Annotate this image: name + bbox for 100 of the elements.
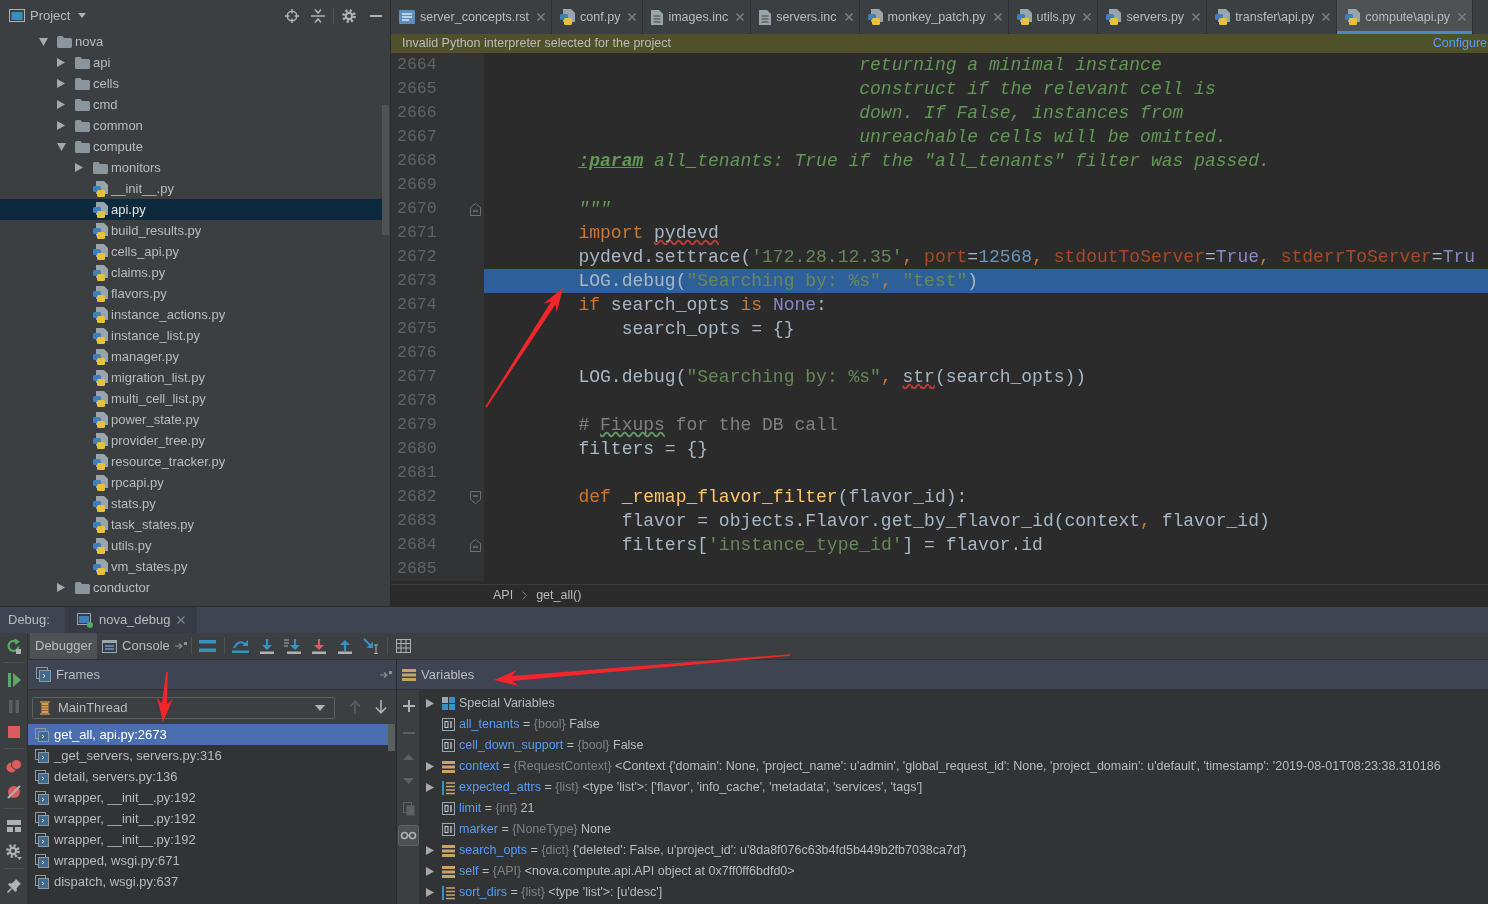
collapsed-arrow-icon[interactable]	[57, 58, 65, 67]
step-over-icon[interactable]	[232, 639, 250, 653]
tree-item[interactable]: conductor	[93, 579, 151, 596]
step-into-icon[interactable]	[259, 638, 274, 654]
collapsed-arrow-icon[interactable]	[75, 163, 83, 172]
frame-item[interactable]: wrapper, __init__.py:192	[54, 789, 196, 806]
tree-item[interactable]: nova	[75, 33, 104, 50]
frame-item[interactable]: wrapped, wsgi.py:671	[54, 852, 180, 869]
settings-icon[interactable]	[342, 8, 356, 23]
tree-item[interactable]: resource_tracker.py	[111, 453, 226, 470]
session-tab[interactable]: nova_debug	[64, 607, 197, 633]
variable-entry[interactable]: limit = {int} 21	[459, 801, 535, 816]
resume-icon[interactable]	[7, 673, 21, 687]
tree-item[interactable]: compute	[93, 138, 143, 155]
view-dropdown[interactable]: Project	[30, 7, 87, 24]
close-icon[interactable]	[176, 616, 185, 624]
rerun-icon[interactable]	[6, 638, 22, 654]
collapsed-arrow-icon[interactable]	[57, 79, 65, 88]
tree-item[interactable]: flavors.py	[111, 285, 167, 302]
variable-entry[interactable]: all_tenants = {bool} False	[459, 717, 600, 732]
plus-icon[interactable]	[402, 700, 415, 712]
collapsed-arrow-icon[interactable]	[426, 846, 434, 855]
thread-dropdown[interactable]: MainThread	[32, 697, 335, 719]
collapsed-arrow-icon[interactable]	[426, 699, 434, 708]
collapsed-arrow-icon[interactable]	[426, 783, 434, 792]
tree-item[interactable]: monitors	[111, 159, 161, 176]
tree-item[interactable]: stats.py	[111, 495, 156, 512]
arrow-square-icon[interactable]	[174, 642, 187, 650]
collapsed-arrow-icon[interactable]	[57, 583, 65, 592]
settings-icon[interactable]	[6, 844, 22, 860]
configure-link[interactable]: Configure	[1432, 36, 1487, 51]
tree-item[interactable]: api.py	[111, 201, 146, 218]
panel-tab[interactable]: Debugger	[30, 633, 98, 659]
tree-item[interactable]: cmd	[93, 96, 118, 113]
glasses-icon[interactable]	[398, 824, 419, 846]
close-icon[interactable]	[844, 13, 853, 21]
close-icon[interactable]	[1083, 13, 1092, 21]
mute-breakpoints-icon[interactable]	[7, 785, 21, 799]
tree-item[interactable]: power_state.py	[111, 411, 200, 428]
variable-entry[interactable]: cell_down_support = {bool} False	[459, 738, 644, 753]
tree-item[interactable]: rpcapi.py	[111, 474, 164, 491]
calculator-icon[interactable]	[396, 639, 412, 653]
breakpoints-icon[interactable]	[6, 759, 22, 773]
step-into-my-code-icon[interactable]	[284, 638, 302, 654]
breadcrumb[interactable]: API	[493, 588, 514, 603]
collapse-icon[interactable]	[311, 8, 325, 23]
collapsed-arrow-icon[interactable]	[426, 867, 434, 876]
close-icon[interactable]	[736, 13, 745, 21]
close-icon[interactable]	[537, 13, 546, 21]
close-icon[interactable]	[993, 13, 1002, 21]
expanded-arrow-icon[interactable]	[57, 142, 66, 151]
frame-item[interactable]: _get_servers, servers.py:316	[54, 747, 222, 764]
variable-entry[interactable]: marker = {NoneType} None	[459, 822, 611, 837]
minimize-icon[interactable]	[370, 14, 382, 17]
tree-item[interactable]: instance_list.py	[111, 327, 200, 344]
tree-item[interactable]: provider_tree.py	[111, 432, 205, 449]
tree-item[interactable]: __init__.py	[111, 180, 174, 197]
frame-item[interactable]: wrapper, __init__.py:192	[54, 810, 196, 827]
expanded-arrow-icon[interactable]	[39, 37, 48, 46]
variable-entry[interactable]: search_opts = {dict} {'deleted': False, u'project_id': u'8da8f076c63b4fd5b449b2fb7038ca7d'}	[459, 843, 967, 858]
tree-item[interactable]: utils.py	[111, 537, 152, 554]
close-icon[interactable]	[1192, 13, 1201, 21]
crosshair-icon[interactable]	[285, 8, 299, 23]
tree-item[interactable]: claims.py	[111, 264, 166, 281]
tree-item[interactable]: build_results.py	[111, 222, 202, 239]
editor-tab[interactable]: compute\api.py	[1337, 0, 1474, 34]
tree-item[interactable]: cells	[93, 75, 119, 92]
breadcrumb[interactable]: get_all()	[536, 588, 582, 603]
tree-item[interactable]: manager.py	[111, 348, 179, 365]
tree-item[interactable]: common	[93, 117, 143, 134]
variable-entry[interactable]: sort_dirs = {list} <type 'list'>: [u'desc']	[459, 885, 663, 900]
close-icon[interactable]	[628, 13, 637, 21]
tree-item[interactable]: vm_states.py	[111, 558, 188, 575]
tree-item[interactable]: api	[93, 54, 111, 71]
lines-icon[interactable]	[199, 640, 217, 652]
tree-item[interactable]: migration_list.py	[111, 369, 205, 386]
step-out-icon[interactable]	[337, 638, 352, 654]
variable-entry[interactable]: Special Variables	[459, 696, 555, 711]
arrow-square-icon[interactable]	[380, 670, 392, 679]
fold-marker-icon[interactable]	[470, 538, 481, 552]
variable-entry[interactable]: expected_attrs = {list} <type 'list'>: ['flavor', 'info_cache', 'metadata', 'services', 'tags']	[459, 780, 923, 795]
collapsed-arrow-icon[interactable]	[57, 100, 65, 109]
frame-item[interactable]: detail, servers.py:136	[54, 768, 178, 785]
variable-entry[interactable]: context = {RequestContext} <Context {'domain': None, 'project_name': u'admin', 'global_request_id': None, 'project_domain': u'default', 'timestamp': '2019-08-01T08:23:38.310186	[459, 759, 1441, 774]
collapsed-arrow-icon[interactable]	[57, 121, 65, 130]
run-to-cursor-icon[interactable]	[362, 638, 379, 654]
layout-icon[interactable]	[7, 820, 21, 832]
collapsed-arrow-icon[interactable]	[426, 888, 434, 897]
tree-item[interactable]: cells_api.py	[111, 243, 179, 260]
arrow-down-icon[interactable]	[375, 700, 387, 714]
pin-icon[interactable]	[7, 879, 21, 893]
force-step-into-icon[interactable]	[311, 638, 326, 654]
fold-marker-icon[interactable]	[470, 490, 481, 504]
collapsed-arrow-icon[interactable]	[426, 762, 434, 771]
close-icon[interactable]	[1322, 13, 1331, 21]
fold-marker-icon[interactable]	[470, 202, 481, 216]
scrollbar-thumb[interactable]	[382, 105, 389, 235]
tree-item[interactable]: multi_cell_list.py	[111, 390, 206, 407]
variable-entry[interactable]: self = {API} <nova.compute.api.API object at 0x7ff0ff6bdfd0>	[459, 864, 795, 879]
frame-item[interactable]: dispatch, wsgi.py:637	[54, 873, 179, 890]
